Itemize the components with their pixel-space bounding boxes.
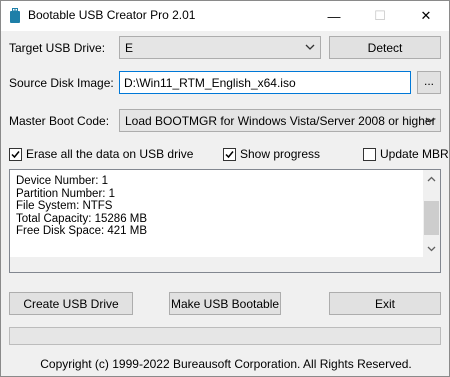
source-image-input[interactable]: [120, 72, 410, 93]
info-line: Free Disk Space: 421 MB: [16, 225, 148, 237]
erase-data-label: Erase all the data on USB drive: [26, 147, 194, 161]
maximize-icon: ☐: [374, 8, 386, 23]
close-button[interactable]: ✕: [403, 1, 449, 31]
boot-code-value: Load BOOTMGR for Windows Vista/Server 20…: [125, 114, 436, 128]
progress-bar: [9, 327, 441, 345]
app-window: Bootable USB Creator Pro 2.01 — ☐ ✕ Targ…: [0, 0, 450, 377]
chevron-down-icon: [425, 117, 435, 123]
erase-data-checkbox[interactable]: Erase all the data on USB drive: [9, 146, 193, 162]
drive-info-box[interactable]: Device Number: 1 Partition Number: 1 Fil…: [9, 169, 441, 273]
checkbox-checked-icon: [9, 147, 22, 161]
target-drive-value: E: [125, 41, 134, 55]
info-line: Device Number: 1: [16, 175, 109, 187]
update-mbr-label: Update MBR: [380, 147, 449, 161]
window-title: Bootable USB Creator Pro 2.01: [28, 8, 196, 22]
maximize-button[interactable]: ☐: [357, 1, 403, 31]
minimize-button[interactable]: —: [311, 1, 357, 31]
usb-app-icon: [9, 8, 21, 23]
source-image-field[interactable]: [119, 71, 411, 94]
chevron-down-icon: [305, 44, 315, 50]
info-line: File System: NTFS: [16, 200, 113, 212]
vertical-scrollbar[interactable]: [423, 170, 440, 257]
title-bar[interactable]: Bootable USB Creator Pro 2.01 — ☐ ✕: [1, 1, 449, 31]
horizontal-scrollbar[interactable]: [10, 257, 440, 272]
info-line: Partition Number: 1: [16, 187, 116, 200]
scrollbar-thumb[interactable]: [424, 201, 439, 235]
minimize-icon: —: [327, 8, 341, 24]
source-image-label: Source Disk Image:: [9, 76, 114, 90]
target-drive-select[interactable]: E: [119, 36, 321, 59]
copyright-text: Copyright (c) 1999-2022 Bureausoft Corpo…: [40, 357, 412, 371]
update-mbr-checkbox[interactable]: Update MBR: [363, 146, 449, 162]
close-icon: ✕: [420, 8, 432, 23]
checkbox-unchecked-icon: [363, 147, 376, 161]
scroll-down-icon[interactable]: [423, 240, 440, 257]
target-drive-label: Target USB Drive:: [9, 41, 106, 55]
scroll-up-icon[interactable]: [423, 170, 440, 187]
drive-info-lines: Device Number: 1 Partition Number: 1 Fil…: [16, 175, 147, 238]
info-line: Total Capacity: 15286 MB: [16, 212, 148, 225]
checkbox-checked-icon: [223, 147, 236, 161]
exit-button[interactable]: Exit: [329, 292, 441, 315]
boot-code-label: Master Boot Code:: [9, 114, 110, 128]
detect-button[interactable]: Detect: [329, 36, 441, 59]
show-progress-label: Show progress: [240, 147, 321, 161]
boot-code-select[interactable]: Load BOOTMGR for Windows Vista/Server 20…: [119, 109, 441, 132]
make-usb-bootable-button[interactable]: Make USB Bootable: [169, 292, 281, 315]
show-progress-checkbox[interactable]: Show progress: [223, 146, 320, 162]
browse-button[interactable]: ...: [417, 71, 441, 94]
create-usb-drive-button[interactable]: Create USB Drive: [9, 292, 133, 315]
